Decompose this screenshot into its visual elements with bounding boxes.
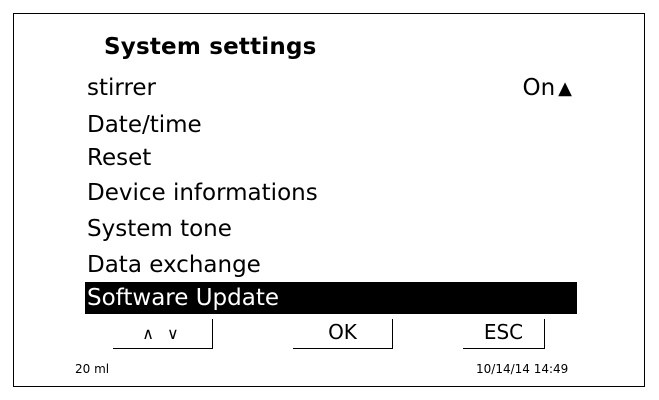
page-title: System settings bbox=[104, 34, 317, 60]
datetime-status: 10/14/14 14:49 bbox=[476, 362, 569, 376]
menu-item-label: Software Update bbox=[87, 285, 279, 311]
menu-item-label: Reset bbox=[87, 145, 152, 171]
ok-button-label: OK bbox=[328, 320, 357, 344]
menu-item-data-exchange[interactable]: Data exchange bbox=[85, 249, 577, 281]
menu-item-device-informations[interactable]: Device informations bbox=[85, 177, 577, 209]
menu-item-stirrer[interactable]: stirrer On ▲ bbox=[85, 72, 577, 104]
volume-status: 20 ml bbox=[75, 362, 110, 376]
menu-item-label: Data exchange bbox=[87, 252, 261, 278]
nav-up-down-button[interactable]: ∧ ∨ bbox=[113, 319, 213, 349]
menu-item-label: Device informations bbox=[87, 180, 318, 206]
up-down-arrows-icon: ∧ ∨ bbox=[142, 324, 183, 343]
menu-item-reset[interactable]: Reset bbox=[85, 142, 577, 174]
stirrer-value: On ▲ bbox=[522, 72, 572, 105]
menu-item-system-tone[interactable]: System tone bbox=[85, 213, 577, 245]
menu-item-label: Date/time bbox=[87, 112, 202, 138]
menu-item-date-time[interactable]: Date/time bbox=[85, 109, 577, 141]
esc-button[interactable]: ESC bbox=[463, 319, 545, 349]
menu-item-label: stirrer bbox=[87, 75, 156, 101]
stirrer-value-text: On bbox=[522, 75, 556, 101]
ok-button[interactable]: OK bbox=[293, 319, 393, 349]
triangle-up-icon: ▲ bbox=[558, 78, 572, 99]
esc-button-label: ESC bbox=[483, 320, 524, 344]
menu-item-label: System tone bbox=[87, 216, 232, 242]
menu-item-software-update[interactable]: Software Update bbox=[85, 282, 577, 314]
